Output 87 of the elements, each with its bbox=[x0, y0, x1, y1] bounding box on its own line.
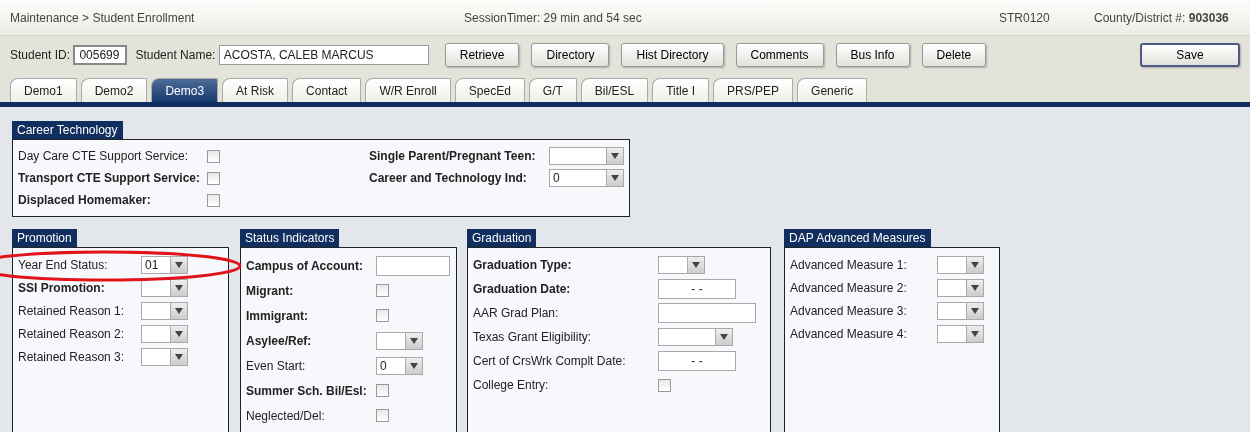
toolbar-button[interactable]: Bus Info bbox=[835, 43, 910, 67]
field-label: Advanced Measure 3: bbox=[790, 303, 908, 318]
field-label: Texas Grant Eligibility: bbox=[473, 330, 593, 344]
section-title: Graduation bbox=[467, 229, 537, 247]
checkbox[interactable] bbox=[207, 149, 220, 163]
field-label: Single Parent/Pregnant Teen: bbox=[369, 149, 537, 163]
field-label: Retained Reason 3: bbox=[18, 349, 126, 364]
field-label: Advanced Measure 4: bbox=[790, 326, 908, 341]
dropdown-value: 0 bbox=[552, 170, 561, 186]
checkbox[interactable] bbox=[207, 193, 220, 207]
checkbox[interactable] bbox=[376, 309, 389, 322]
toolbar-button[interactable]: Comments bbox=[735, 43, 824, 67]
tab[interactable]: PRS/PEP bbox=[713, 78, 794, 102]
field-label: Immigrant: bbox=[246, 308, 309, 323]
checkbox[interactable] bbox=[376, 384, 389, 397]
field-label: SSI Promotion: bbox=[18, 280, 106, 295]
section-title: Status Indicators bbox=[240, 229, 340, 247]
tab[interactable]: Demo1 bbox=[10, 78, 77, 102]
field-label: Advanced Measure 1: bbox=[790, 257, 908, 272]
dropdown[interactable] bbox=[141, 324, 188, 343]
field-label: College Entry: bbox=[473, 378, 550, 392]
field-label: Day Care CTE Support Service: bbox=[18, 149, 190, 163]
field-label: Career and Technology Ind: bbox=[369, 171, 528, 185]
save-button[interactable]: Save bbox=[1140, 43, 1240, 67]
field-label: Graduation Type: bbox=[473, 258, 573, 272]
session-timer: SessionTimer: 29 min and 54 sec bbox=[464, 10, 643, 25]
dropdown[interactable]: 0 bbox=[549, 169, 624, 187]
district-number: 903036 bbox=[1188, 10, 1229, 25]
checkbox[interactable] bbox=[658, 378, 671, 392]
dropdown[interactable] bbox=[937, 301, 984, 320]
tab[interactable]: SpecEd bbox=[454, 78, 525, 102]
tab[interactable]: Generic bbox=[797, 78, 868, 102]
dropdown[interactable] bbox=[658, 256, 705, 274]
district-label: County/District #: bbox=[1094, 10, 1187, 25]
field-label: Transport CTE Support Service: bbox=[18, 171, 202, 185]
field-label: Displaced Homemaker: bbox=[18, 193, 152, 207]
tab[interactable]: Demo2 bbox=[80, 78, 148, 102]
date-field[interactable]: - - bbox=[658, 279, 736, 299]
tab[interactable]: Bil/ESL bbox=[580, 78, 649, 102]
toolbar-button[interactable]: Hist Directory bbox=[621, 43, 724, 67]
tab[interactable]: W/R Enroll bbox=[365, 78, 451, 102]
dropdown[interactable] bbox=[937, 324, 984, 343]
screen-code: STR0120 bbox=[999, 10, 1051, 25]
field-label: AAR Grad Plan: bbox=[473, 306, 560, 320]
date-field[interactable]: - - bbox=[658, 351, 736, 371]
field-label: Even Start: bbox=[246, 358, 307, 373]
tab[interactable]: G/T bbox=[528, 78, 577, 102]
field-label: Neglected/Del: bbox=[246, 408, 326, 423]
dropdown[interactable] bbox=[937, 278, 984, 297]
tab[interactable]: Title I bbox=[652, 78, 710, 102]
dropdown[interactable] bbox=[141, 301, 188, 320]
student-name-label: Student Name: bbox=[135, 48, 217, 62]
text-field[interactable] bbox=[376, 255, 450, 276]
checkbox[interactable] bbox=[376, 284, 389, 297]
field-label: Asylee/Ref: bbox=[246, 333, 313, 348]
dropdown[interactable] bbox=[141, 347, 188, 366]
dropdown[interactable] bbox=[937, 255, 984, 274]
field-label: Year End Status: bbox=[18, 257, 109, 272]
dropdown[interactable]: 01 bbox=[141, 255, 188, 274]
field-label: Advanced Measure 2: bbox=[790, 280, 908, 295]
toolbar-button[interactable]: Delete bbox=[921, 43, 987, 67]
student-name-field[interactable]: ACOSTA, CALEB MARCUS bbox=[218, 45, 429, 65]
text-field[interactable] bbox=[658, 303, 756, 323]
section-title: Career Technology bbox=[12, 121, 123, 139]
field-label: Migrant: bbox=[246, 283, 295, 298]
field-label: Graduation Date: bbox=[473, 282, 572, 296]
breadcrumb: Maintenance > Student Enrollment bbox=[10, 10, 196, 25]
field-label: Campus of Account: bbox=[246, 258, 364, 273]
section-title: DAP Advanced Measures bbox=[784, 229, 931, 247]
toolbar-button[interactable]: Directory bbox=[531, 43, 610, 67]
dropdown-value: 01 bbox=[144, 256, 160, 273]
section-title: Promotion bbox=[12, 229, 77, 247]
field-label: Retained Reason 2: bbox=[18, 326, 126, 341]
field-label: Cert of CrsWrk Complt Date: bbox=[473, 354, 627, 368]
field-label: Retained Reason 1: bbox=[18, 303, 126, 318]
tab[interactable]: Contact bbox=[292, 78, 362, 102]
toolbar-button[interactable]: Retrieve bbox=[444, 43, 520, 67]
tab[interactable]: At Risk bbox=[222, 78, 289, 102]
student-id-field[interactable]: 005699 bbox=[73, 45, 128, 65]
checkbox[interactable] bbox=[376, 409, 389, 422]
checkbox[interactable] bbox=[207, 171, 220, 185]
dropdown[interactable] bbox=[376, 331, 423, 350]
tab[interactable]: Demo3 bbox=[151, 78, 219, 102]
dropdown-value: 0 bbox=[379, 357, 388, 374]
student-id-label: Student ID: bbox=[10, 48, 72, 62]
dropdown[interactable]: 0 bbox=[376, 356, 423, 375]
field-label: Summer Sch. Bil/Esl: bbox=[246, 383, 368, 398]
